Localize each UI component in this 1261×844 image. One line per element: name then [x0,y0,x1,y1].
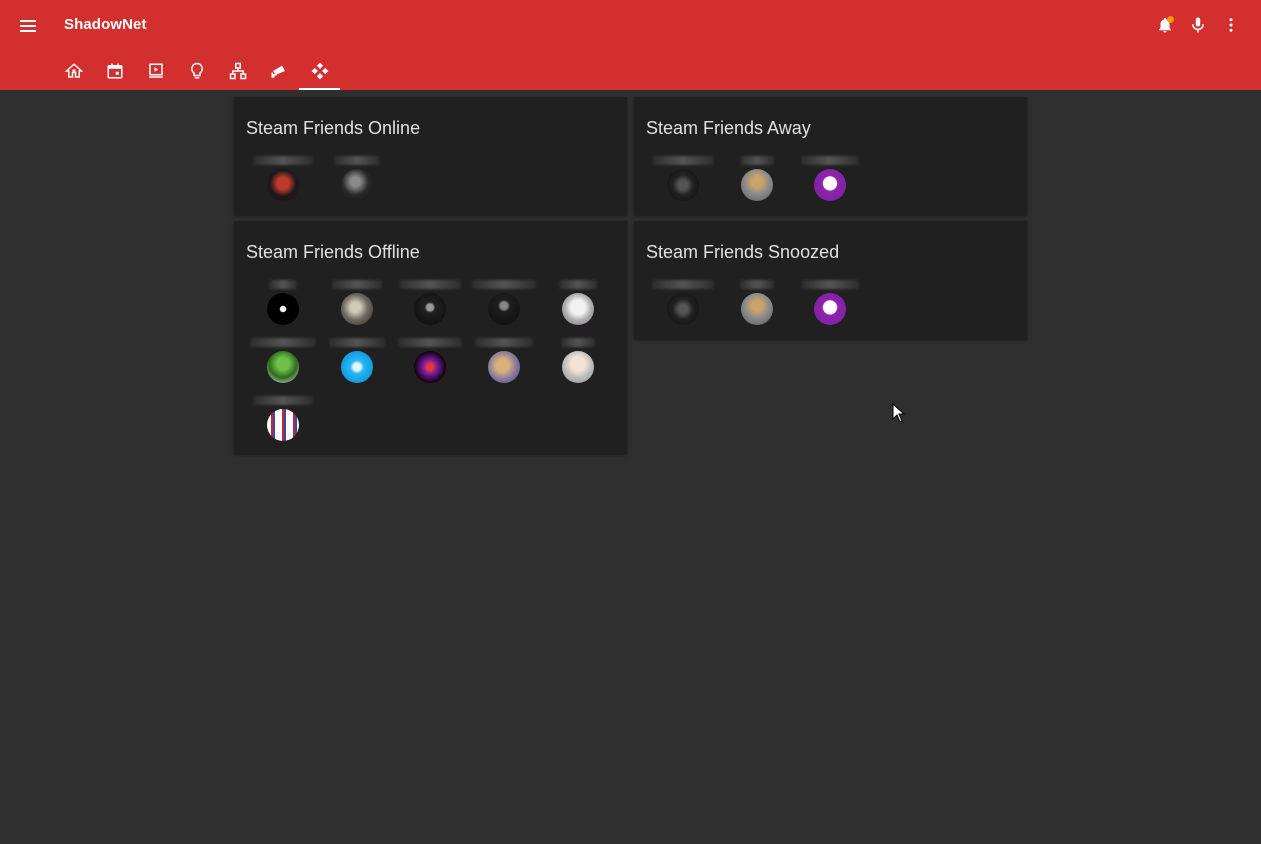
friend-avatar[interactable] [341,351,373,383]
header-actions [1153,13,1243,37]
friend-name-blurred [561,338,595,347]
friend-name-blurred [399,280,461,289]
friend-entry[interactable] [393,280,467,334]
friend-name-blurred [652,156,714,165]
friend-name-blurred [332,280,382,289]
card-title: Steam Friends Offline [246,242,420,262]
friend-name-blurred [334,156,380,165]
calendar-icon [107,63,122,79]
friend-name-blurred [740,280,774,289]
friend-name-blurred [801,280,859,289]
friend-entry[interactable] [646,280,720,334]
tab-calendar[interactable] [94,52,135,90]
menu-icon [20,20,36,32]
friend-name-blurred [250,338,316,347]
friend-entry[interactable] [720,280,794,334]
gamepad-icon [311,62,328,80]
friend-avatar[interactable] [667,293,699,325]
friend-avatar[interactable] [267,293,299,325]
friend-avatar[interactable] [562,351,594,383]
friend-name-blurred [329,338,385,347]
app-bar: ShadowNet [0,0,1261,90]
friend-avatar[interactable] [267,351,299,383]
microphone-icon [1192,17,1204,33]
tab-home[interactable] [53,52,94,90]
friend-entry[interactable] [541,338,615,392]
network-icon [229,62,246,80]
friend-avatar[interactable] [414,293,446,325]
friend-name-blurred [801,156,859,165]
friend-entry[interactable] [320,156,394,210]
friend-avatar[interactable] [341,293,373,325]
card-title: Steam Friends Away [646,118,811,138]
notifications-button[interactable] [1153,13,1177,37]
friend-entry[interactable] [246,280,320,334]
friend-avatar[interactable] [814,293,846,325]
friend-entry[interactable] [467,280,541,334]
friend-avatar[interactable] [488,293,520,325]
friend-avatar[interactable] [562,293,594,325]
view-tabs [53,52,340,90]
friend-entry[interactable] [246,156,320,210]
friend-entry[interactable] [320,338,394,392]
app-title: ShadowNet [64,16,147,33]
friend-entry[interactable] [467,338,541,392]
friend-entry[interactable] [793,156,867,210]
friend-avatar[interactable] [667,169,699,201]
friend-name-blurred [472,280,536,289]
card-title: Steam Friends Online [246,118,421,138]
friend-name-blurred [559,280,597,289]
friend-avatar[interactable] [741,169,773,201]
notification-dot [1167,16,1174,23]
friend-entry[interactable] [793,280,867,334]
tab-gaming[interactable] [299,52,340,90]
friend-entry[interactable] [246,396,320,450]
media-icon [148,63,163,78]
friend-avatar[interactable] [414,351,446,383]
friend-avatar[interactable] [267,409,299,441]
friend-name-blurred [475,338,533,347]
cctv-icon [271,65,285,78]
lightbulb-icon [190,62,203,79]
voice-button[interactable] [1186,13,1210,37]
more-options-button[interactable] [1219,13,1243,37]
friend-avatar[interactable] [267,169,299,201]
friend-name-blurred [652,280,714,289]
friend-name-blurred [253,396,313,405]
friend-name-blurred [253,156,313,165]
friend-name-blurred [269,280,297,289]
card-steam-friends-online: Steam Friends Online [234,97,627,215]
friend-name-blurred [398,338,462,347]
tab-media[interactable] [135,52,176,90]
card-title: Steam Friends Snoozed [646,242,840,262]
friend-avatar[interactable] [488,351,520,383]
friend-entry[interactable] [393,338,467,392]
home-icon [64,63,83,78]
mouse-cursor-icon [892,403,906,423]
card-steam-friends-away: Steam Friends Away [634,97,1027,215]
friend-entry[interactable] [720,156,794,210]
friend-entry[interactable] [320,280,394,334]
tab-cameras[interactable] [258,52,299,90]
friend-entry[interactable] [541,280,615,334]
more-vertical-icon [1229,18,1233,32]
menu-button[interactable] [16,14,40,38]
friend-avatar[interactable] [741,293,773,325]
friend-entry[interactable] [646,156,720,210]
friend-avatar[interactable] [341,169,373,201]
friend-entry[interactable] [246,338,320,392]
friend-avatar[interactable] [814,169,846,201]
friend-name-blurred [740,156,774,165]
tab-lights[interactable] [176,52,217,90]
tab-network[interactable] [217,52,258,90]
